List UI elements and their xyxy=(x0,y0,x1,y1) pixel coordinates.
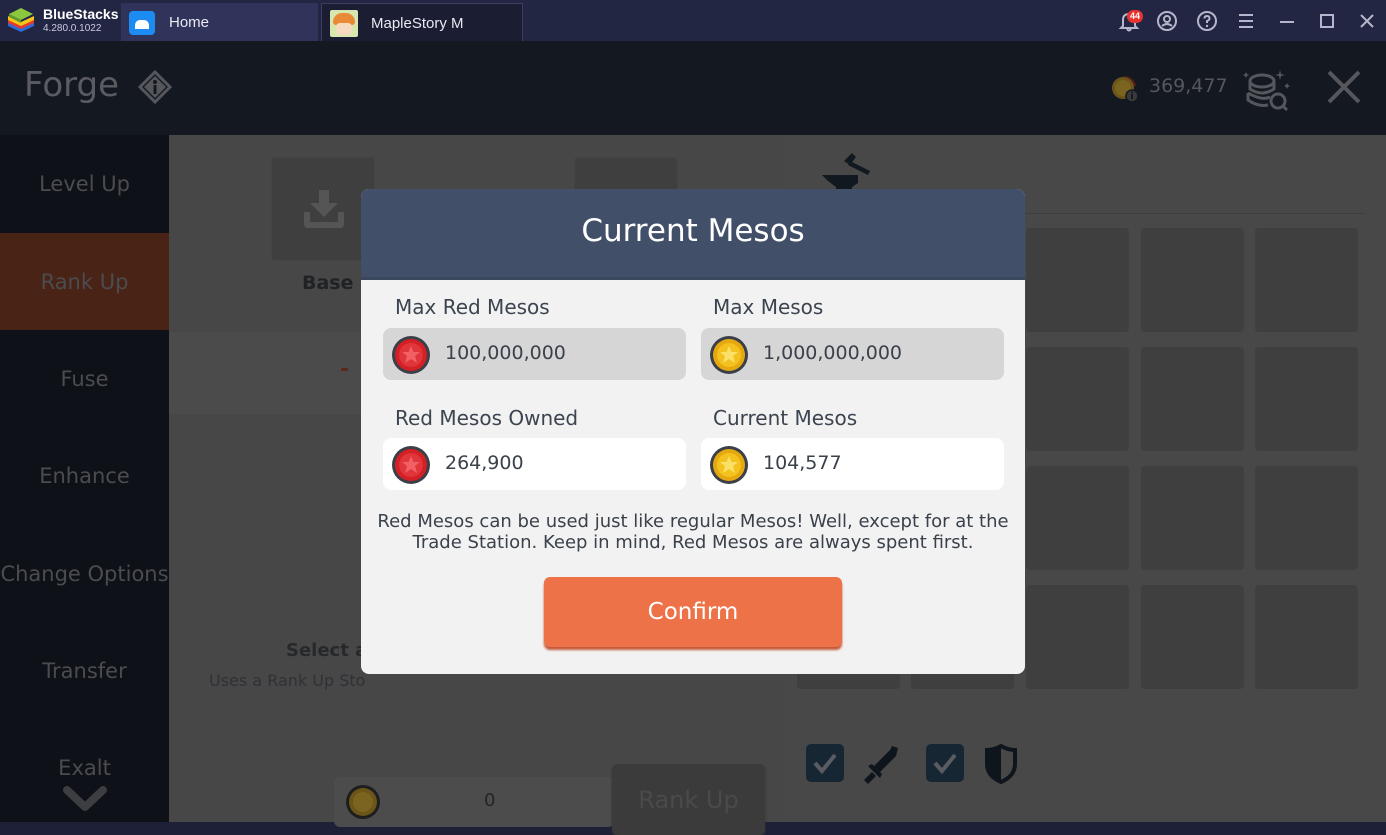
shield-icon xyxy=(985,744,1017,784)
forge-sidebar: Level Up Rank Up Fuse Enhance Change Opt… xyxy=(0,135,169,822)
mesos-coin-icon xyxy=(346,785,380,819)
base-slot-label: Base xyxy=(302,272,354,294)
dialog-title: Current Mesos xyxy=(581,213,805,249)
home-icon xyxy=(129,11,155,35)
current-mesos-dialog: Current Mesos Max Red Mesos 100,000,000 … xyxy=(361,189,1025,674)
inventory-slot[interactable] xyxy=(1026,466,1129,570)
app-version: 4.280.0.1022 xyxy=(43,23,102,34)
maximize-icon[interactable] xyxy=(1315,9,1339,33)
base-item-slot[interactable] xyxy=(271,157,375,261)
close-forge-icon[interactable] xyxy=(1326,69,1362,105)
max-mesos-value: 1,000,000,000 xyxy=(763,342,903,364)
red-mesos-coin-icon xyxy=(392,336,430,374)
download-icon xyxy=(304,190,344,228)
red-mesos-note: Red Mesos can be used just like regular … xyxy=(361,511,1025,553)
coin-search-icon[interactable] xyxy=(1240,67,1292,113)
help-icon[interactable] xyxy=(1195,9,1219,33)
red-mesos-owned-value: 264,900 xyxy=(445,452,524,474)
tab-maplestory[interactable]: MapleStory M xyxy=(321,3,523,41)
max-mesos-field: 1,000,000,000 xyxy=(701,328,1004,380)
inventory-slot[interactable] xyxy=(1141,228,1244,332)
tab-maplestory-label: MapleStory M xyxy=(371,15,464,32)
note-line-1: Red Mesos can be used just like regular … xyxy=(377,511,1009,532)
checkmark-icon xyxy=(933,753,957,775)
gold-mesos-coin-icon xyxy=(710,336,748,374)
max-red-mesos-value: 100,000,000 xyxy=(445,342,566,364)
gold-mesos-coin-icon xyxy=(710,446,748,484)
inventory-slot[interactable] xyxy=(1141,585,1244,689)
mesos-balance: 369,477 xyxy=(1149,75,1228,97)
inventory-slot[interactable] xyxy=(1141,347,1244,451)
dialog-header: Current Mesos xyxy=(361,189,1025,280)
current-mesos-field: 104,577 xyxy=(701,438,1004,490)
weapon-filter-checkbox[interactable] xyxy=(806,744,844,782)
tab-home[interactable]: Home xyxy=(121,3,318,41)
info-icon[interactable] xyxy=(138,70,172,104)
max-mesos-label: Max Mesos xyxy=(713,295,824,319)
inventory-slot[interactable] xyxy=(1255,585,1358,689)
current-mesos-value: 104,577 xyxy=(763,452,842,474)
cost-display: 0 xyxy=(334,777,614,827)
placeholder-dash xyxy=(341,368,348,371)
inventory-slot[interactable] xyxy=(1255,228,1358,332)
current-mesos-label: Current Mesos xyxy=(713,406,858,430)
sidebar-item-fuse[interactable]: Fuse xyxy=(0,330,169,427)
cost-value: 0 xyxy=(484,790,496,811)
red-mesos-owned-label: Red Mesos Owned xyxy=(395,406,579,430)
inventory-slot[interactable] xyxy=(1141,466,1244,570)
sword-icon xyxy=(864,746,898,784)
checkmark-icon xyxy=(813,753,837,775)
inventory-slot[interactable] xyxy=(1026,347,1129,451)
anvil-icon xyxy=(822,153,870,193)
sidebar-item-level-up[interactable]: Level Up xyxy=(0,135,169,232)
page-title: Forge xyxy=(24,65,120,105)
note-line-2: Trade Station. Keep in mind, Red Mesos a… xyxy=(412,532,974,553)
bluestacks-titlebar: BlueStacks 4.280.0.1022 Home MapleStory … xyxy=(0,0,1386,41)
tab-home-label: Home xyxy=(169,14,210,31)
bluestacks-logo-icon xyxy=(8,8,34,32)
red-mesos-owned-field: 264,900 xyxy=(383,438,686,490)
minimize-icon[interactable] xyxy=(1275,9,1299,33)
close-icon[interactable] xyxy=(1355,9,1379,33)
rank-up-button[interactable]: Rank Up xyxy=(612,764,765,835)
red-mesos-coin-icon xyxy=(392,446,430,484)
notification-badge: 44 xyxy=(1127,10,1144,23)
max-red-mesos-label: Max Red Mesos xyxy=(395,295,550,319)
inventory-slot[interactable] xyxy=(1026,228,1129,332)
account-icon[interactable] xyxy=(1155,9,1179,33)
sidebar-item-enhance[interactable]: Enhance xyxy=(0,427,169,524)
chevron-down-icon[interactable] xyxy=(62,785,108,815)
select-prompt: Select a xyxy=(286,640,368,661)
max-red-mesos-field: 100,000,000 xyxy=(383,328,686,380)
inventory-slot[interactable] xyxy=(1255,466,1358,570)
app-name: BlueStacks xyxy=(43,6,119,22)
sidebar-item-rank-up[interactable]: Rank Up xyxy=(0,233,169,330)
inventory-slot[interactable] xyxy=(1026,585,1129,689)
confirm-button[interactable]: Confirm xyxy=(544,577,842,647)
maplestory-app-icon xyxy=(330,10,358,37)
inventory-slot[interactable] xyxy=(1255,347,1358,451)
uses-stone-text: Uses a Rank Up Sto xyxy=(209,671,366,690)
forge-header: Forge 369,477 xyxy=(0,41,1386,135)
sidebar-item-change-options[interactable]: Change Options xyxy=(0,525,169,622)
sidebar-item-transfer[interactable]: Transfer xyxy=(0,622,169,719)
armor-filter-checkbox[interactable] xyxy=(926,744,964,782)
menu-icon[interactable] xyxy=(1234,9,1258,33)
mesos-coin-icon[interactable] xyxy=(1110,73,1140,103)
